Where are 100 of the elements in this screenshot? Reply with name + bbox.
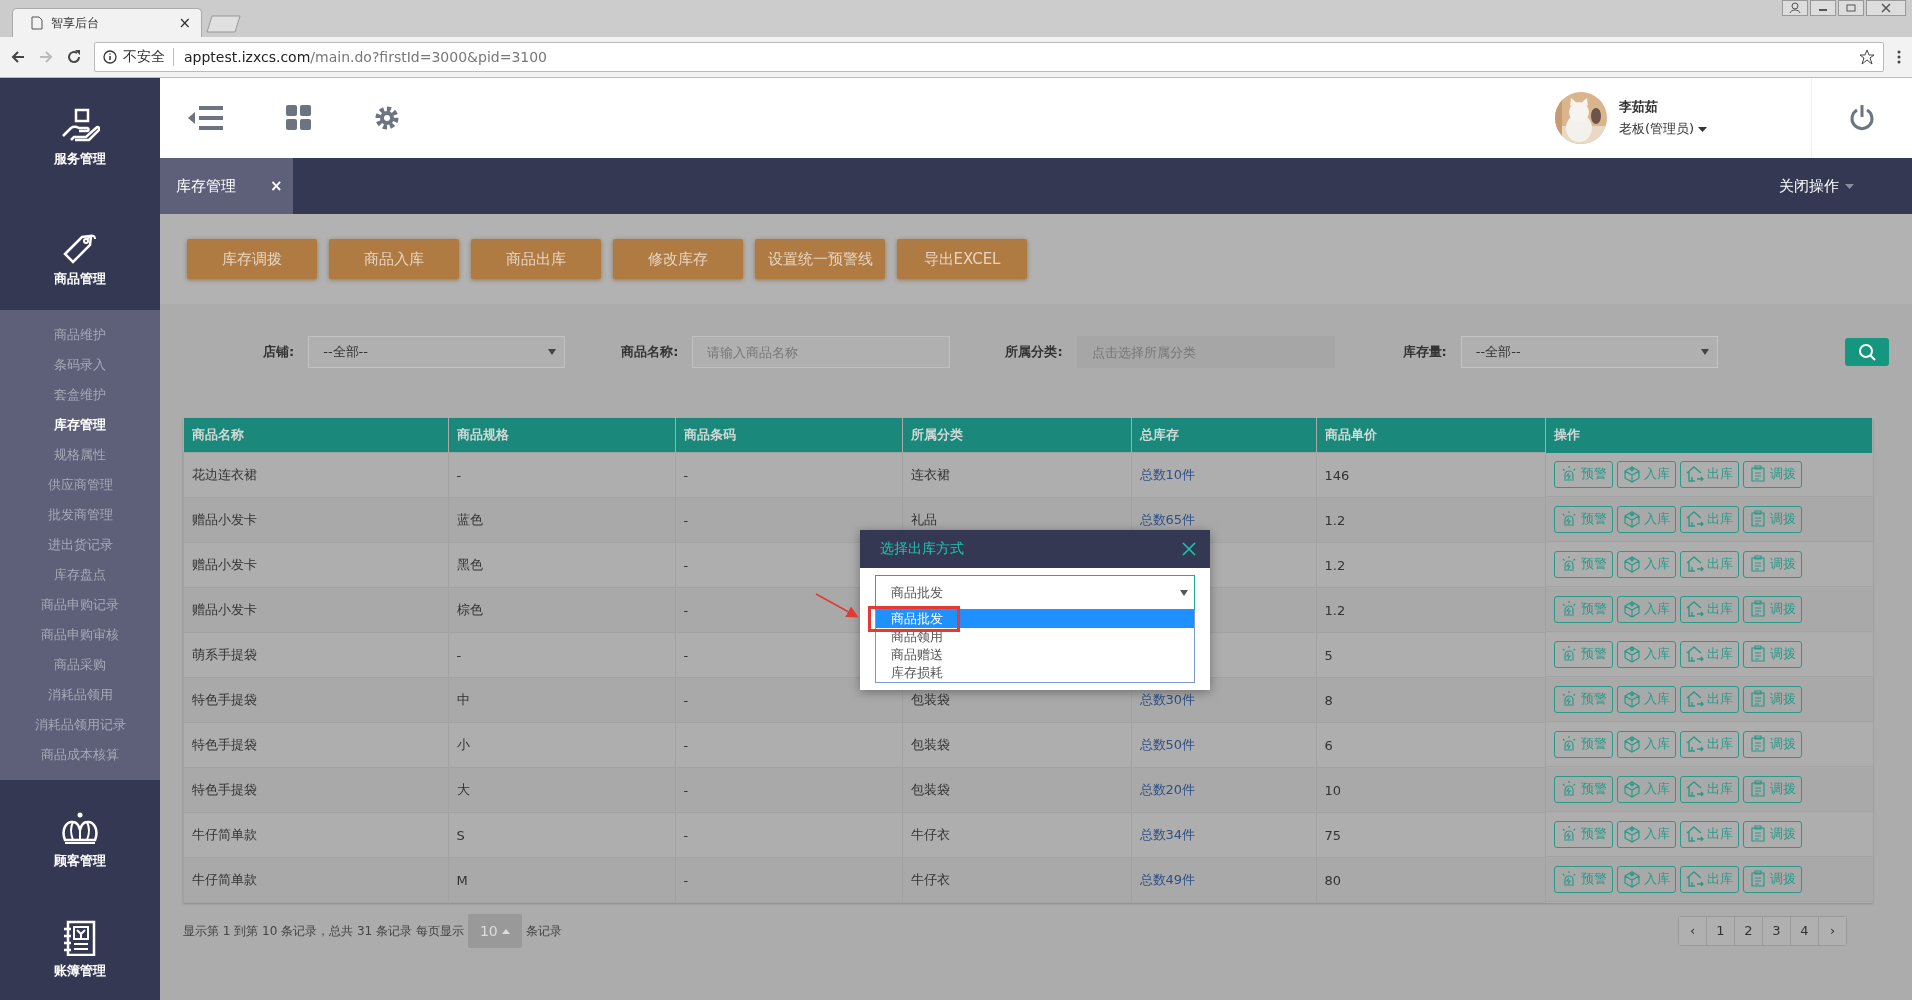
next-page-button[interactable]: ›	[1818, 917, 1846, 945]
stock-link[interactable]: 总数20件	[1139, 782, 1196, 797]
close-operations-menu[interactable]: 关闭操作	[1779, 158, 1854, 214]
action-button[interactable]: 出库	[1679, 505, 1739, 533]
action-button[interactable]: 出库	[1679, 730, 1739, 758]
stock-link[interactable]: 总数10件	[1139, 467, 1196, 482]
sidebar-group[interactable]: 顾客管理	[54, 852, 106, 870]
action-button[interactable]: 预警	[1553, 550, 1613, 578]
action-button[interactable]: 调拨	[1742, 775, 1802, 803]
action-button[interactable]: 预警	[1553, 460, 1613, 488]
sidebar-item[interactable]: 套盒维护	[54, 380, 106, 410]
action-button[interactable]: 调拨	[1742, 550, 1802, 578]
page-button[interactable]: 1	[1706, 917, 1734, 945]
toolbar-button[interactable]: 商品入库	[329, 239, 459, 279]
stock-link[interactable]: 总数34件	[1139, 827, 1196, 842]
dropdown-option[interactable]: 商品批发	[876, 610, 1194, 628]
grid-icon[interactable]	[286, 105, 312, 131]
action-button[interactable]: 入库	[1616, 640, 1676, 668]
sidebar-group[interactable]: 服务管理	[54, 150, 106, 168]
sidebar-item[interactable]: 商品采购	[54, 650, 106, 680]
action-button[interactable]: 入库	[1616, 820, 1676, 848]
address-field[interactable]: 不安全 apptest.izxcs.com/main.do?firstId=3000&pid=3100	[94, 42, 1884, 72]
toolbar-button[interactable]: 修改库存	[613, 239, 743, 279]
stock-link[interactable]: 总数49件	[1139, 872, 1196, 887]
settings-icon[interactable]	[374, 105, 400, 131]
back-icon[interactable]	[10, 49, 26, 65]
toolbar-button[interactable]: 导出EXCEL	[897, 239, 1027, 279]
sidebar-item[interactable]: 规格属性	[54, 440, 106, 470]
sidebar-item[interactable]: 消耗品领用记录	[34, 710, 126, 740]
sidebar-group[interactable]: 账簿管理	[54, 962, 106, 980]
stock-link[interactable]: 总数65件	[1139, 512, 1196, 527]
action-button[interactable]: 预警	[1553, 505, 1613, 533]
stock-link[interactable]: 总数30件	[1139, 692, 1196, 707]
sidebar-item[interactable]: 进出货记录	[47, 530, 113, 560]
search-button[interactable]	[1845, 338, 1889, 366]
page-button[interactable]: 3	[1762, 917, 1790, 945]
sidebar-item[interactable]: 消耗品领用	[47, 680, 113, 710]
sidebar-item[interactable]: 条码录入	[54, 350, 106, 380]
close-icon[interactable]	[1866, 0, 1906, 16]
reload-icon[interactable]	[66, 49, 82, 65]
sidebar-item[interactable]: 商品维护	[54, 320, 106, 350]
sidebar-item[interactable]: 商品申购审核	[41, 620, 119, 650]
tab-close-button[interactable]: ×	[270, 177, 283, 195]
action-button[interactable]: 入库	[1616, 460, 1676, 488]
action-button[interactable]: 入库	[1616, 550, 1676, 578]
menu-icon[interactable]	[1896, 49, 1902, 65]
collapse-menu-icon[interactable]	[188, 105, 224, 131]
toolbar-button[interactable]: 库存调拨	[187, 239, 317, 279]
action-button[interactable]: 入库	[1616, 730, 1676, 758]
minimize-icon[interactable]	[1810, 0, 1836, 16]
action-button[interactable]: 预警	[1553, 730, 1613, 758]
action-button[interactable]: 出库	[1679, 820, 1739, 848]
sidebar-item[interactable]: 库存管理	[54, 410, 106, 440]
action-button[interactable]: 调拨	[1742, 865, 1802, 893]
action-button[interactable]: 预警	[1553, 865, 1613, 893]
sidebar-item[interactable]: 批发商管理	[47, 500, 113, 530]
action-button[interactable]: 预警	[1553, 775, 1613, 803]
action-button[interactable]: 出库	[1679, 460, 1739, 488]
select-field[interactable]: --全部--	[1460, 336, 1718, 368]
action-button[interactable]: 入库	[1616, 775, 1676, 803]
previous-page-button[interactable]: ‹	[1679, 917, 1706, 945]
tab-close-button[interactable]: ×	[178, 14, 191, 32]
page-size-button[interactable]: 10	[467, 914, 522, 948]
toolbar-button[interactable]: 商品出库	[471, 239, 601, 279]
select-field[interactable]: --全部--	[308, 336, 566, 368]
sidebar-item[interactable]: 供应商管理	[47, 470, 113, 500]
action-button[interactable]: 调拨	[1742, 595, 1802, 623]
action-button[interactable]: 入库	[1616, 865, 1676, 893]
action-button[interactable]: 出库	[1679, 595, 1739, 623]
action-button[interactable]: 入库	[1616, 685, 1676, 713]
action-button[interactable]: 调拨	[1742, 460, 1802, 488]
user-icon[interactable]	[1782, 0, 1808, 16]
user-role-menu[interactable]: 老板(管理员)	[1619, 120, 1769, 138]
sidebar-item[interactable]: 商品成本核算	[41, 740, 119, 770]
action-button[interactable]: 预警	[1553, 820, 1613, 848]
action-button[interactable]: 入库	[1616, 595, 1676, 623]
action-button[interactable]: 调拨	[1742, 685, 1802, 713]
action-button[interactable]: 预警	[1553, 685, 1613, 713]
power-icon[interactable]	[1849, 104, 1875, 132]
action-button[interactable]: 预警	[1553, 640, 1613, 668]
sidebar-item[interactable]: 库存盘点	[54, 560, 106, 590]
stock-link[interactable]: 总数50件	[1139, 737, 1196, 752]
toolbar-button[interactable]: 设置统一预警线	[755, 239, 885, 279]
close-icon[interactable]	[1182, 542, 1196, 556]
action-button[interactable]: 出库	[1679, 640, 1739, 668]
action-button[interactable]: 出库	[1679, 550, 1739, 578]
select-field[interactable]: 商品批发	[875, 575, 1195, 610]
action-button[interactable]: 预警	[1553, 595, 1613, 623]
action-button[interactable]: 调拨	[1742, 505, 1802, 533]
action-button[interactable]: 调拨	[1742, 820, 1802, 848]
page-tab[interactable]: 库存管理 ×	[160, 158, 293, 214]
sidebar-item[interactable]: 商品申购记录	[41, 590, 119, 620]
browser-tab[interactable]: 智享后台 ×	[12, 8, 202, 37]
action-button[interactable]: 入库	[1616, 505, 1676, 533]
action-button[interactable]: 调拨	[1742, 730, 1802, 758]
star-icon[interactable]	[1859, 49, 1875, 65]
page-button[interactable]: 2	[1734, 917, 1762, 945]
action-button[interactable]: 出库	[1679, 685, 1739, 713]
action-button[interactable]: 出库	[1679, 865, 1739, 893]
action-button[interactable]: 出库	[1679, 775, 1739, 803]
